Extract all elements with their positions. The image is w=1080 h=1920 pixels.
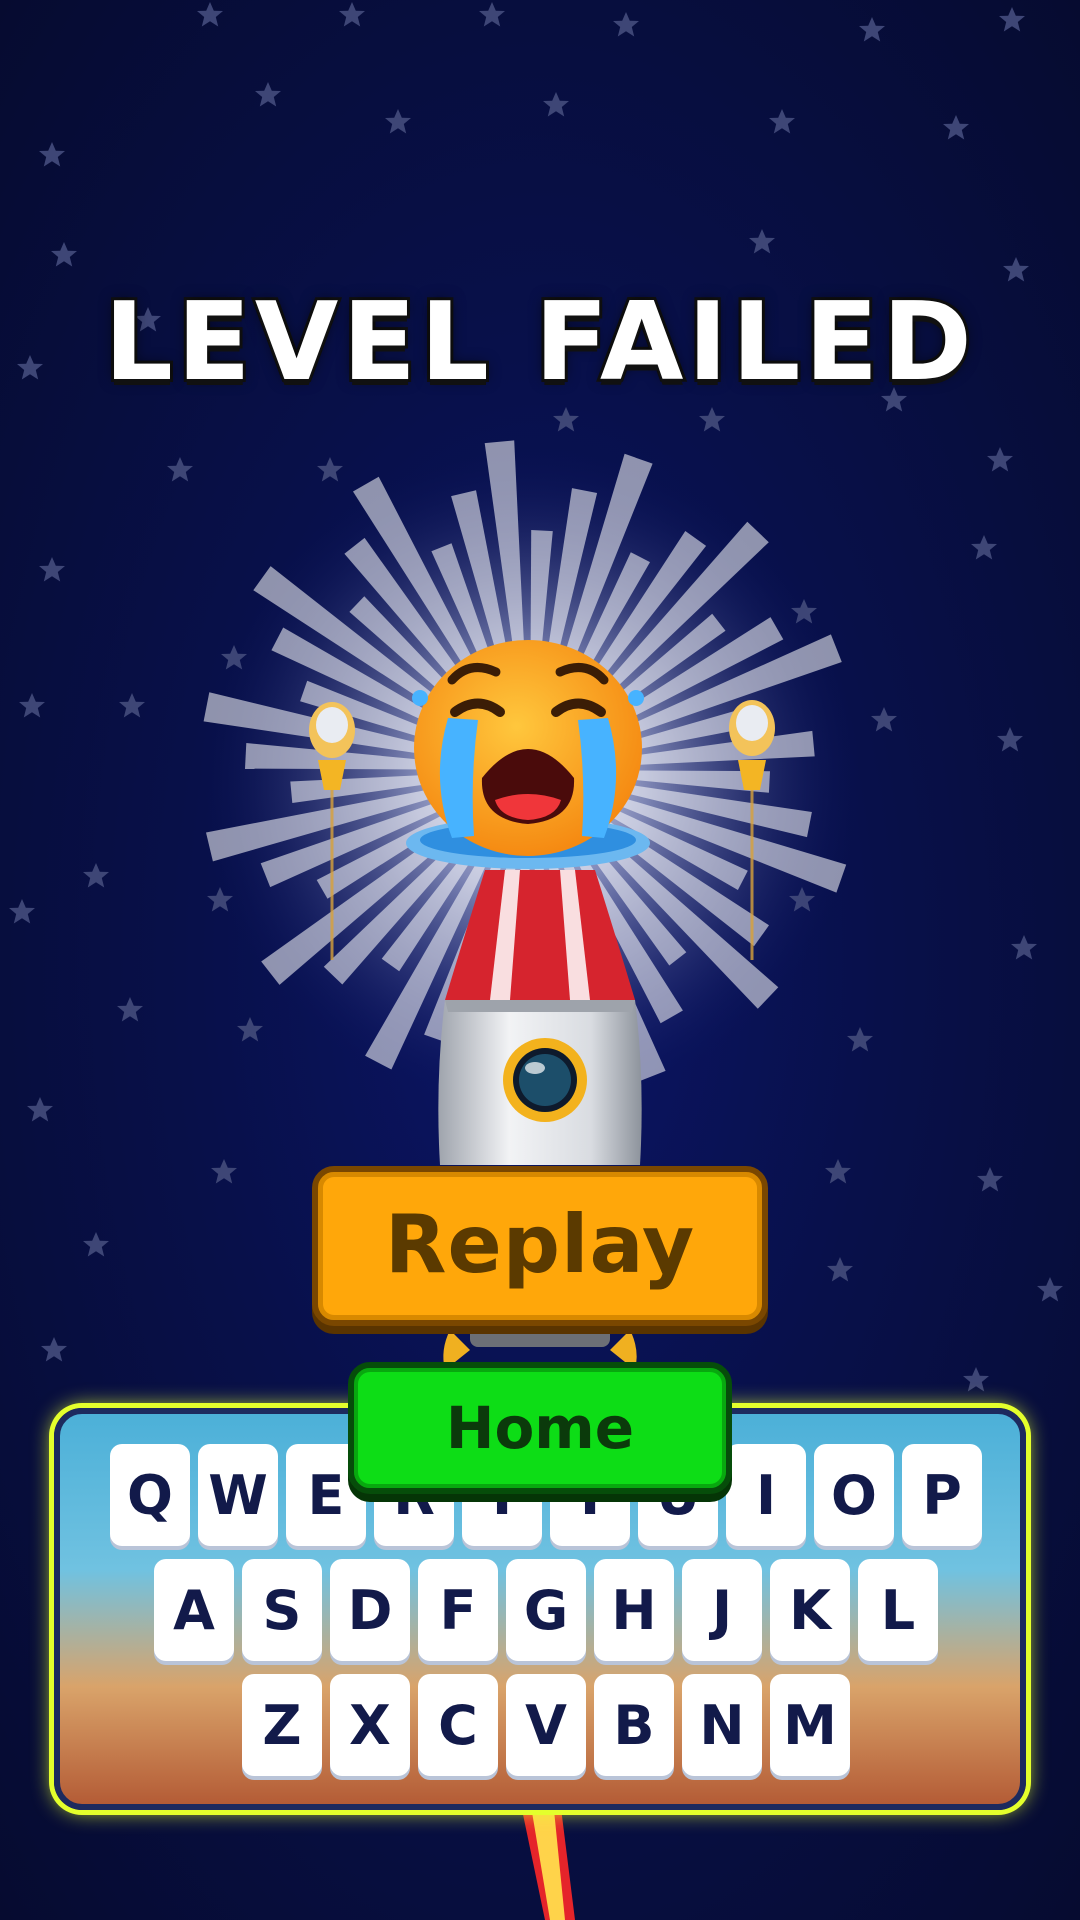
key-a[interactable]: A — [154, 1559, 234, 1661]
key-m[interactable]: M — [770, 1674, 850, 1776]
key-n[interactable]: N — [682, 1674, 762, 1776]
key-k[interactable]: K — [770, 1559, 850, 1661]
key-g[interactable]: G — [506, 1559, 586, 1661]
key-x[interactable]: X — [330, 1674, 410, 1776]
home-button[interactable]: Home — [348, 1362, 732, 1494]
key-v[interactable]: V — [506, 1674, 586, 1776]
key-o[interactable]: O — [814, 1444, 894, 1546]
key-l[interactable]: L — [858, 1559, 938, 1661]
replay-button[interactable]: Replay — [312, 1166, 768, 1326]
key-p[interactable]: P — [902, 1444, 982, 1546]
keyboard-row-3: ZXCVBNM — [60, 1674, 1020, 1776]
key-j[interactable]: J — [682, 1559, 762, 1661]
key-q[interactable]: Q — [110, 1444, 190, 1546]
key-z[interactable]: Z — [242, 1674, 322, 1776]
key-s[interactable]: S — [242, 1559, 322, 1661]
rocket-flame — [520, 1800, 575, 1920]
key-b[interactable]: B — [594, 1674, 674, 1776]
keyboard-row-2: ASDFGHJKL — [60, 1559, 1020, 1661]
key-d[interactable]: D — [330, 1559, 410, 1661]
level-failed-title: LEVEL FAILED — [101, 277, 976, 408]
key-c[interactable]: C — [418, 1674, 498, 1776]
key-i[interactable]: I — [726, 1444, 806, 1546]
key-f[interactable]: F — [418, 1559, 498, 1661]
key-h[interactable]: H — [594, 1559, 674, 1661]
key-w[interactable]: W — [198, 1444, 278, 1546]
